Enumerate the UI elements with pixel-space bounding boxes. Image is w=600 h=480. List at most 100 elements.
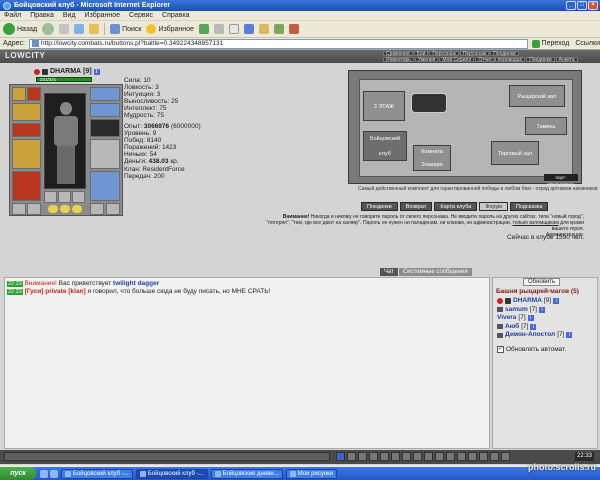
history-icon[interactable] bbox=[424, 452, 433, 461]
tool-icon[interactable] bbox=[479, 452, 488, 461]
back-button[interactable]: Назад bbox=[3, 23, 37, 35]
message-author[interactable]: twilight dagger bbox=[113, 280, 159, 287]
weapon-slot[interactable] bbox=[12, 139, 41, 169]
tab-chat[interactable]: Чат bbox=[380, 268, 398, 276]
info-icon[interactable]: i bbox=[566, 332, 573, 339]
shield-slot[interactable] bbox=[90, 103, 120, 117]
info-icon[interactable]: i bbox=[93, 68, 100, 75]
task-button[interactable]: Бойцовский клуб -... bbox=[61, 468, 133, 479]
info-icon[interactable]: i bbox=[553, 298, 560, 305]
exit-icon[interactable] bbox=[501, 452, 510, 461]
sound-icon[interactable] bbox=[402, 452, 411, 461]
tool-icon[interactable] bbox=[490, 452, 499, 461]
ring-slot[interactable] bbox=[90, 203, 104, 215]
tool-icon[interactable] bbox=[435, 452, 444, 461]
helmet-slot[interactable] bbox=[12, 87, 26, 101]
info-icon[interactable]: i bbox=[527, 315, 534, 322]
messenger-icon[interactable] bbox=[273, 24, 284, 34]
menu-help[interactable]: Справка bbox=[162, 12, 189, 19]
address-input[interactable]: http://lowcity.combats.ru/buttons.pl?bat… bbox=[28, 38, 528, 49]
message-time[interactable]: 22:33 bbox=[7, 281, 23, 287]
ring-slot[interactable] bbox=[106, 203, 120, 215]
armor-slot[interactable] bbox=[12, 171, 41, 201]
topnav-item[interactable]: Сражения bbox=[383, 51, 413, 57]
search-button[interactable]: Поиск bbox=[110, 24, 141, 34]
earrings-slot[interactable] bbox=[27, 87, 41, 101]
portal-icon[interactable] bbox=[411, 93, 447, 113]
topnav-item[interactable]: Поединки bbox=[490, 51, 519, 57]
start-button[interactable]: пуск bbox=[0, 467, 36, 480]
home-icon[interactable] bbox=[89, 24, 100, 34]
topnav-item[interactable]: Бои bbox=[413, 51, 429, 57]
refresh-icon[interactable] bbox=[74, 24, 85, 34]
map-room[interactable]: 3 ЭТАЖ bbox=[363, 91, 405, 121]
refresh-button[interactable]: Обновить bbox=[523, 278, 561, 286]
topnav-item[interactable]: Персонаж bbox=[459, 51, 490, 57]
ring-slot[interactable] bbox=[12, 203, 26, 215]
menu-file[interactable]: Файл bbox=[4, 12, 21, 19]
close-button[interactable]: × bbox=[588, 1, 598, 10]
clear-icon[interactable] bbox=[347, 452, 356, 461]
task-button[interactable]: Мои рисунки bbox=[285, 468, 338, 479]
bracers-slot[interactable] bbox=[12, 123, 41, 137]
tool-icon[interactable] bbox=[457, 452, 466, 461]
hint-button[interactable]: Подсказка bbox=[509, 202, 549, 211]
go-button[interactable]: Переход bbox=[531, 39, 569, 48]
private-tag[interactable]: private [klan] bbox=[45, 288, 85, 295]
menu-tools[interactable]: Сервис bbox=[129, 12, 153, 19]
folder-icon[interactable] bbox=[258, 24, 269, 34]
user-name[interactable]: Vivera bbox=[497, 314, 516, 323]
amulet-slot[interactable] bbox=[12, 103, 41, 121]
user-name[interactable]: Аюб bbox=[505, 323, 519, 332]
info-icon[interactable]: i bbox=[530, 323, 537, 330]
smiles-icon[interactable] bbox=[358, 452, 367, 461]
stop-icon[interactable] bbox=[59, 24, 70, 34]
topnav-item[interactable]: Умения bbox=[414, 57, 439, 63]
duels-button[interactable]: Поединки bbox=[361, 202, 398, 211]
menu-view[interactable]: Вид bbox=[63, 12, 76, 19]
map-room[interactable]: Бойцовский клуб bbox=[363, 131, 407, 161]
map-room[interactable]: Комната Знахаря bbox=[413, 145, 451, 171]
boots-slot[interactable] bbox=[90, 119, 120, 137]
topnav-item[interactable]: Инвентарь bbox=[383, 57, 414, 63]
user-name[interactable]: DHARMA bbox=[513, 297, 542, 306]
forward-button[interactable] bbox=[42, 23, 55, 35]
desktop-icon[interactable] bbox=[50, 469, 58, 478]
task-button[interactable]: Бойцовский клуб -... bbox=[135, 468, 208, 479]
links-button[interactable]: Ссылки bbox=[575, 40, 600, 47]
translit-icon[interactable] bbox=[380, 452, 389, 461]
edit-icon[interactable] bbox=[243, 24, 254, 34]
send-icon[interactable] bbox=[336, 452, 345, 461]
research-icon[interactable] bbox=[288, 24, 299, 34]
empty-slot[interactable] bbox=[90, 139, 120, 169]
user-name[interactable]: Демон-Апостол bbox=[505, 331, 555, 340]
topnav-item[interactable]: Поединки bbox=[526, 57, 555, 63]
return-button[interactable]: Возврат bbox=[399, 202, 433, 211]
ring-slot[interactable] bbox=[27, 203, 41, 215]
minimize-button[interactable]: _ bbox=[566, 1, 576, 10]
topnav-item[interactable]: Персонаж bbox=[429, 51, 459, 57]
history-icon[interactable] bbox=[198, 24, 209, 34]
gloves-slot[interactable] bbox=[90, 87, 120, 101]
auto-refresh-checkbox[interactable]: ✓ bbox=[497, 346, 504, 353]
task-button[interactable]: Бойцовские дневн... bbox=[210, 468, 283, 479]
scroll-icon[interactable] bbox=[413, 452, 422, 461]
topnav-item[interactable]: Мой Серилл bbox=[439, 57, 475, 63]
tab-system-messages[interactable]: Системные сообщения bbox=[398, 268, 472, 276]
filter-icon[interactable] bbox=[369, 452, 378, 461]
forum-button[interactable]: Форум bbox=[479, 202, 508, 211]
belt-slot[interactable] bbox=[44, 191, 57, 203]
menu-favorites[interactable]: Избранное bbox=[85, 12, 120, 19]
belt-slot[interactable] bbox=[72, 191, 85, 203]
favorites-button[interactable]: Избранное bbox=[146, 24, 194, 34]
message-author[interactable]: [Гуси] bbox=[25, 288, 44, 295]
map-room[interactable]: Тамень bbox=[525, 117, 567, 135]
menu-edit[interactable]: Правка bbox=[30, 12, 54, 19]
message-time[interactable]: 22:33 bbox=[7, 289, 23, 295]
map-caption[interactable]: Самый действенный комплект для гарантиро… bbox=[358, 186, 598, 192]
club-map-button[interactable]: Карта клуба bbox=[434, 202, 478, 211]
info-icon[interactable]: i bbox=[539, 306, 545, 313]
topnav-item[interactable]: Анкета bbox=[555, 57, 578, 63]
magic-item-slot[interactable] bbox=[90, 171, 120, 201]
topnav-item[interactable]: Отчет о переводах bbox=[475, 57, 526, 63]
